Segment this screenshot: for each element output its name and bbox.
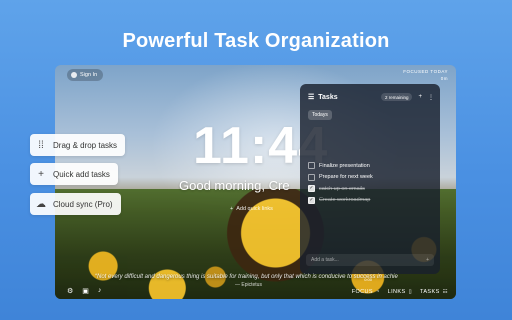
links-label: LINKS [387, 289, 406, 295]
sign-in-button[interactable]: Sign In [67, 69, 104, 81]
plus-icon: + [230, 206, 234, 212]
add-quick-links-button[interactable]: + Add quick links [230, 206, 273, 212]
tasks-button[interactable]: TASKS ☷ [420, 289, 448, 295]
user-icon [71, 72, 77, 78]
task-list: Finalize presentation Prepare for next w… [308, 160, 432, 206]
task-text: catch up on emails [319, 185, 365, 192]
drag-handle-icon: ⁞⁞ [38, 139, 44, 151]
feature-quick-add: + Quick add tasks [30, 163, 118, 185]
focused-today: FOCUSED TODAY 0m [403, 68, 448, 82]
bottom-left-toolbar: ⚙ ▣ ♪ [67, 287, 101, 295]
focused-today-value: 0m [440, 76, 448, 81]
feature-label: Quick add tasks [53, 169, 110, 179]
quote-text: “Not every difficult and dangerous thing… [95, 274, 398, 280]
add-quick-links-label: Add quick links [236, 206, 273, 212]
timer-icon: ◔ [375, 289, 380, 295]
add-task-input[interactable]: Add a task... + [306, 254, 434, 266]
remaining-badge: 2 remaining [380, 93, 413, 101]
task-item[interactable]: Prepare for next week [308, 172, 432, 184]
greeting: Good morning, Cre [179, 178, 290, 193]
image-icon[interactable]: ▣ [82, 287, 89, 295]
bottom-right-toolbar: FOCUS ◔ LINKS ▯ TASKS ☷ [352, 289, 448, 295]
task-checkbox[interactable]: ✓ [308, 196, 315, 204]
add-list-icon[interactable]: + [418, 94, 422, 100]
checklist-icon: ☷ [442, 289, 448, 295]
focus-timer: 0:00 [364, 277, 372, 282]
add-task-placeholder: Add a task... [311, 257, 339, 263]
tasks-title: Tasks [318, 93, 338, 101]
sound-icon[interactable]: ♪ [98, 287, 102, 295]
tasks-label: TASKS [420, 289, 440, 295]
focus-label: FOCUS [351, 289, 373, 295]
links-button[interactable]: LINKS ▯ [388, 289, 412, 295]
task-text: Prepare for next week [319, 174, 373, 181]
task-checkbox[interactable] [308, 162, 315, 170]
feature-cloud-sync: ☁ Cloud sync (Pro) [30, 193, 121, 215]
task-item[interactable]: Finalize presentation [308, 160, 432, 172]
more-options-icon[interactable]: ⋮ [428, 94, 434, 101]
sign-in-label: Sign In [80, 72, 98, 78]
feature-drag-drop: ⁞⁞ Drag & drop tasks [30, 134, 126, 156]
menu-icon[interactable]: ☰ [308, 93, 314, 101]
tasks-panel: ☰ Tasks 2 remaining + ⋮ Todays Finalize … [300, 84, 440, 274]
list-tab-todays[interactable]: Todays [308, 110, 332, 120]
plus-icon[interactable]: + [426, 257, 429, 263]
hero-title: Powerful Task Organization [122, 30, 390, 52]
task-checkbox[interactable] [308, 173, 315, 181]
task-text: Create workroadmap [319, 197, 371, 204]
settings-icon[interactable]: ⚙ [67, 287, 73, 295]
tasks-header: ☰ Tasks 2 remaining + ⋮ [308, 93, 434, 101]
bookmark-icon: ▯ [408, 289, 413, 295]
feature-label: Cloud sync (Pro) [53, 199, 113, 209]
task-text: Finalize presentation [319, 162, 370, 169]
task-item[interactable]: ✓ Create workroadmap [308, 195, 432, 207]
feature-label: Drag & drop tasks [53, 140, 118, 150]
focused-today-label: FOCUSED TODAY [403, 69, 448, 74]
plus-icon: + [38, 168, 44, 180]
focus-button[interactable]: FOCUS ◔ [352, 289, 380, 295]
quote-author: — Epictetus [235, 282, 262, 288]
cloud-icon: ☁ [36, 198, 46, 210]
task-item[interactable]: ✓ catch up on emails [308, 183, 432, 195]
task-checkbox[interactable]: ✓ [308, 185, 315, 193]
